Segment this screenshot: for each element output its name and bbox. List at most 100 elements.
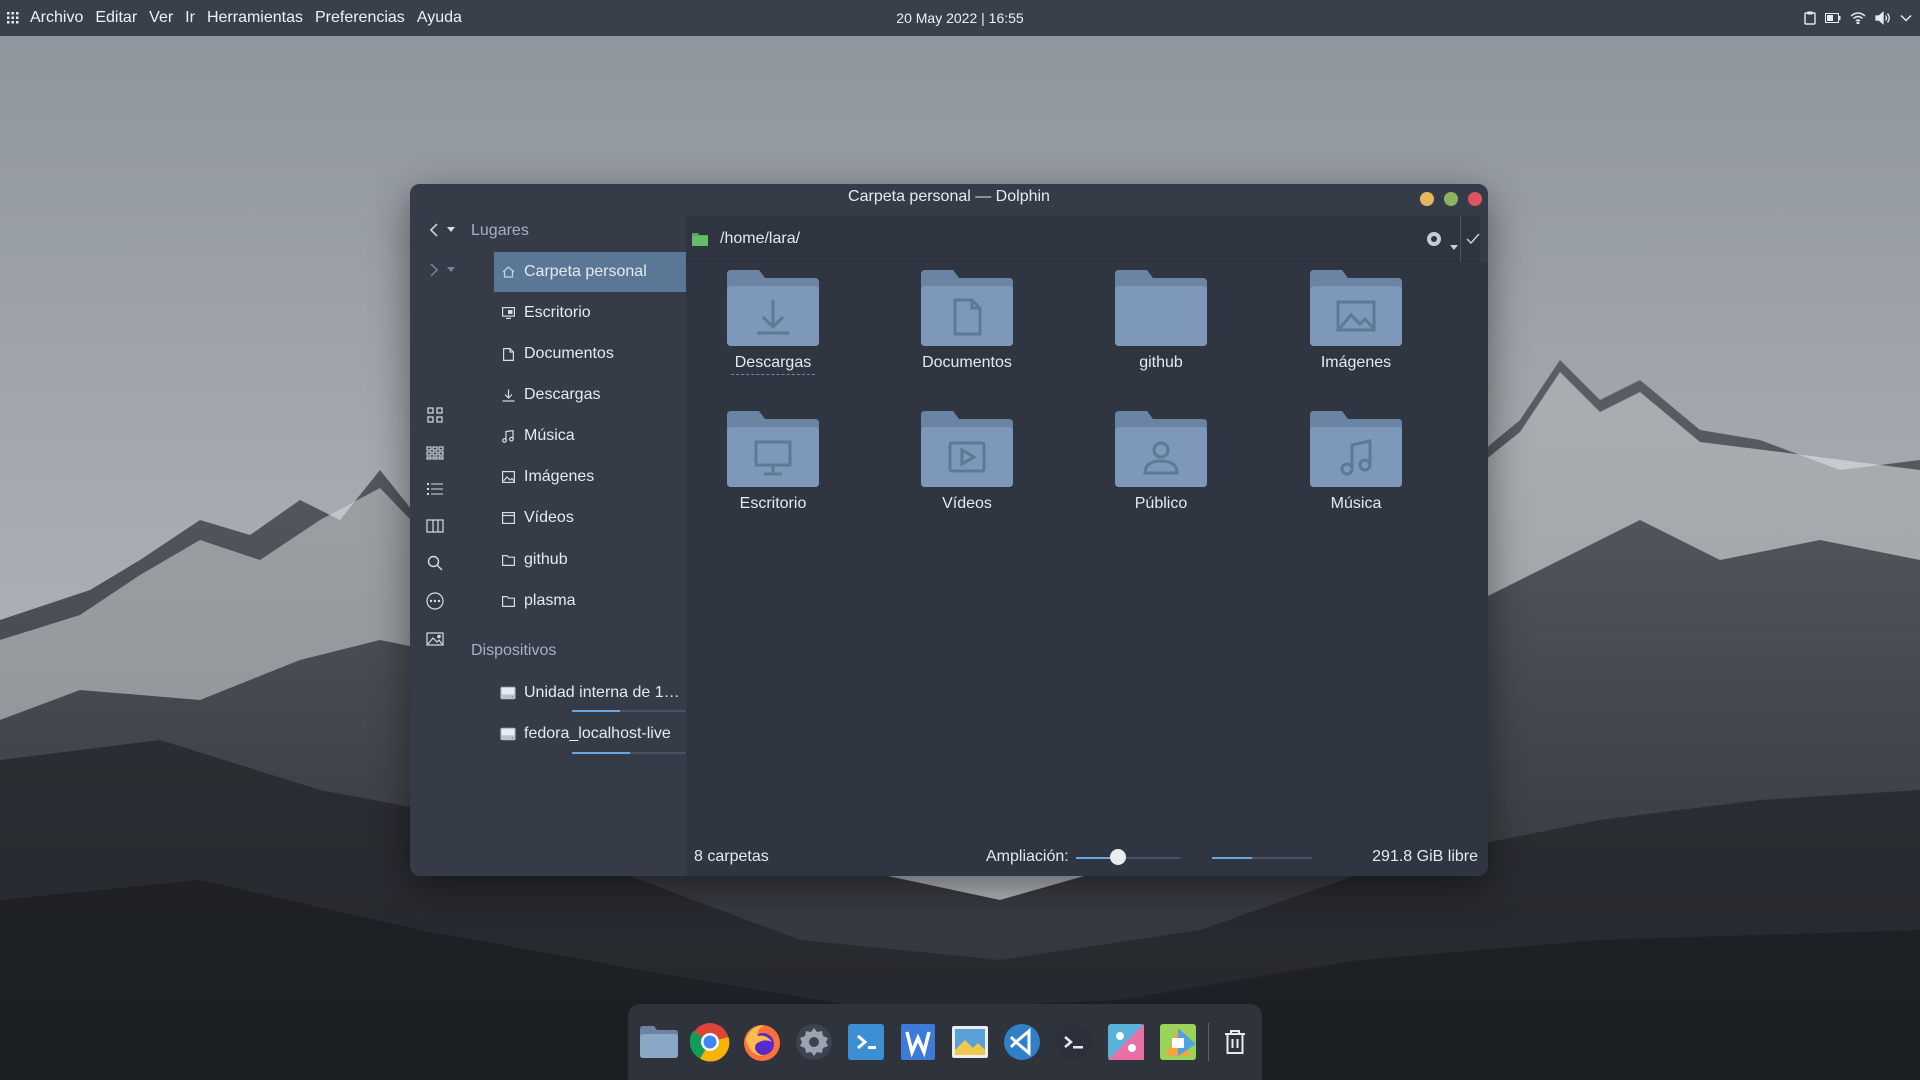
dolphin-window: Carpeta personal — Dolphin Lugares Carpe… <box>410 184 1488 876</box>
place-carpeta-personal[interactable]: Carpeta personal <box>494 252 690 292</box>
desktop-icon <box>500 305 516 321</box>
disk-space-bar <box>1212 857 1312 859</box>
details-view-icon[interactable] <box>424 478 446 500</box>
path-history-dropdown[interactable] <box>1450 237 1458 255</box>
maximize-button[interactable] <box>1444 192 1458 206</box>
place-escritorio[interactable]: Escritorio <box>494 293 690 333</box>
forward-button[interactable] <box>424 260 444 280</box>
document-icon <box>500 346 516 362</box>
free-space-text: 291.8 GiB libre <box>1372 848 1478 865</box>
folder-item-documentos[interactable]: Documentos <box>892 262 1042 392</box>
preview-icon[interactable] <box>424 628 446 650</box>
top-panel: Archivo Editar Ver Ir Herramientas Prefe… <box>0 0 1920 36</box>
drive-icon <box>500 726 516 742</box>
chevron-down-icon[interactable] <box>1900 14 1912 22</box>
device-fedora-localhost-live[interactable]: fedora_localhost-live <box>494 717 690 751</box>
folder-view[interactable]: Descargas Documentos github Imágenes Esc… <box>686 262 1488 838</box>
place-musica[interactable]: Música <box>494 416 690 456</box>
disk-space-fill <box>1212 857 1252 859</box>
folder-item-imagenes[interactable]: Imágenes <box>1281 262 1431 392</box>
download-icon <box>500 387 516 403</box>
zoom-slider-handle[interactable] <box>1109 849 1126 865</box>
video-icon <box>500 510 516 526</box>
back-button[interactable] <box>424 220 444 240</box>
window-title[interactable]: Carpeta personal — Dolphin <box>410 184 1488 210</box>
music-icon <box>1310 411 1402 487</box>
split-view-icon[interactable] <box>424 515 446 537</box>
device-label: fedora_localhost-live <box>524 725 671 742</box>
folder-icon <box>500 593 516 609</box>
more-options-icon[interactable] <box>424 590 446 612</box>
places-menu-icon[interactable] <box>1426 231 1442 252</box>
folder-item-descargas[interactable]: Descargas <box>698 262 848 392</box>
compact-view-icon[interactable] <box>424 442 446 464</box>
menu-ver[interactable]: Ver <box>143 9 179 27</box>
writer-icon[interactable] <box>898 1021 938 1063</box>
menu-herramientas[interactable]: Herramientas <box>201 9 309 27</box>
system-tray <box>1804 0 1912 36</box>
place-label: Descargas <box>524 386 601 403</box>
folder-location-icon <box>692 232 708 251</box>
terminal-icon[interactable] <box>1054 1021 1094 1063</box>
battery-icon[interactable] <box>1825 13 1841 23</box>
confirm-path-icon[interactable] <box>1466 232 1480 250</box>
folder-label: Público <box>1134 495 1188 512</box>
minimize-button[interactable] <box>1420 192 1434 206</box>
urlbar-divider <box>1460 216 1461 262</box>
folder-item-github[interactable]: github <box>1086 262 1236 392</box>
vscode-icon[interactable] <box>1002 1021 1042 1063</box>
place-label: plasma <box>524 592 576 609</box>
folder-label: Imágenes <box>1320 354 1392 371</box>
menu-editar[interactable]: Editar <box>89 9 143 27</box>
volume-icon[interactable] <box>1875 11 1891 25</box>
place-github[interactable]: github <box>494 540 690 580</box>
place-label: Escritorio <box>524 304 591 321</box>
wifi-icon[interactable] <box>1850 12 1866 24</box>
navigation-column <box>410 210 470 876</box>
path-text[interactable]: /home/lara/ <box>720 230 800 248</box>
kate-icon[interactable] <box>1158 1021 1198 1063</box>
devices-section-title[interactable]: Dispositivos <box>471 642 556 660</box>
trash-icon[interactable] <box>1219 1021 1250 1063</box>
back-history-dropdown[interactable] <box>446 224 456 234</box>
zoom-slider[interactable] <box>1076 857 1180 859</box>
folder-item-videos[interactable]: Vídeos <box>892 403 1042 533</box>
place-documentos[interactable]: Documentos <box>494 334 690 374</box>
places-section-title[interactable]: Lugares <box>471 222 529 240</box>
item-count: 8 carpetas <box>694 848 769 865</box>
menu-preferencias[interactable]: Preferencias <box>309 9 411 27</box>
location-bar[interactable]: /home/lara/ <box>686 216 1480 262</box>
place-videos[interactable]: Vídeos <box>494 498 690 538</box>
place-label: Carpeta personal <box>524 263 647 280</box>
chrome-icon[interactable] <box>690 1021 730 1063</box>
close-button[interactable] <box>1468 192 1482 206</box>
device-usage-bar <box>572 752 630 754</box>
app-launcher-icon[interactable] <box>2 0 24 36</box>
file-manager-icon[interactable] <box>640 1021 678 1063</box>
user-icon <box>1115 411 1207 487</box>
icons-view-icon[interactable] <box>424 404 446 426</box>
place-descargas[interactable]: Descargas <box>494 375 690 415</box>
document-icon <box>921 270 1013 346</box>
forward-history-dropdown[interactable] <box>446 264 456 274</box>
image-viewer-icon[interactable] <box>950 1021 990 1063</box>
clipboard-icon[interactable] <box>1804 11 1816 25</box>
folder-item-escritorio[interactable]: Escritorio <box>698 403 848 533</box>
menu-ayuda[interactable]: Ayuda <box>411 9 468 27</box>
place-imagenes[interactable]: Imágenes <box>494 457 690 497</box>
settings-icon[interactable] <box>794 1021 834 1063</box>
menu-ir[interactable]: Ir <box>179 9 201 27</box>
image-icon <box>1310 270 1402 346</box>
kolourpaint-icon[interactable] <box>1106 1021 1146 1063</box>
folder-label: Escritorio <box>739 495 807 512</box>
kdevelop-icon[interactable] <box>846 1021 886 1063</box>
place-plasma[interactable]: plasma <box>494 581 690 621</box>
firefox-icon[interactable] <box>742 1021 782 1063</box>
search-icon[interactable] <box>424 552 446 574</box>
menu-archivo[interactable]: Archivo <box>24 9 89 27</box>
folder-label: Vídeos <box>942 495 992 512</box>
device-unidad-interna[interactable]: Unidad interna de 1… <box>494 676 690 710</box>
device-label: Unidad interna de 1… <box>524 684 680 701</box>
folder-item-publico[interactable]: Público <box>1086 403 1236 533</box>
folder-item-musica[interactable]: Música <box>1281 403 1431 533</box>
